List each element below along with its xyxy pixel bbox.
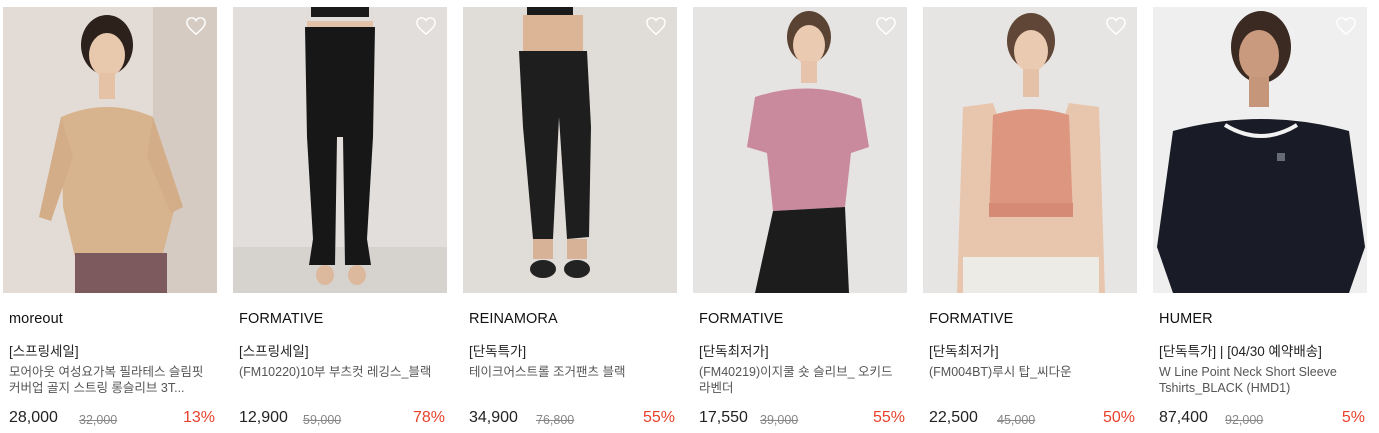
product-card[interactable]: REINAMORA [단독특가] 테이크어스트롤 조거팬츠 블랙 34,900 … — [463, 7, 679, 433]
product-card[interactable]: HUMER [단독특가] | [04/30 예약배송] W Line Point… — [1153, 7, 1369, 433]
product-photo — [3, 7, 217, 293]
original-price: 32,000 — [79, 413, 118, 427]
discount-rate: 78% — [412, 409, 445, 426]
product-image[interactable] — [463, 7, 677, 293]
discount-rate: 50% — [1102, 409, 1135, 426]
sale-price: 17,550 — [699, 409, 748, 426]
heart-icon[interactable] — [1105, 16, 1127, 36]
promo-tag: [단독최저가] — [929, 344, 999, 359]
product-name[interactable]: (FM10220)10부 부츠컷 레깅스_블랙 — [239, 364, 447, 380]
heart-icon[interactable] — [645, 16, 667, 36]
promo-tag: [단독특가] — [469, 344, 527, 359]
brand-name[interactable]: FORMATIVE — [929, 311, 1013, 327]
sale-price: 22,500 — [929, 409, 978, 426]
product-card[interactable]: FORMATIVE [스프링세일] (FM10220)10부 부츠컷 레깅스_블… — [233, 7, 449, 433]
original-price: 45,000 — [997, 413, 1036, 427]
heart-icon[interactable] — [1335, 16, 1357, 36]
original-price: 92,000 — [1225, 413, 1264, 427]
brand-name[interactable]: FORMATIVE — [239, 311, 323, 327]
heart-icon[interactable] — [875, 16, 897, 36]
product-card[interactable]: FORMATIVE [단독최저가] (FM004BT)루시 탑_씨다운 22,5… — [923, 7, 1139, 433]
product-photo — [463, 7, 677, 293]
price-row: 34,900 76,800 55% — [469, 409, 675, 431]
product-photo — [923, 7, 1137, 293]
product-name[interactable]: (FM004BT)루시 탑_씨다운 — [929, 364, 1137, 380]
product-grid: moreout [스프링세일] 모어아웃 여성요가복 필라테스 슬림핏 커버업 … — [0, 0, 1379, 433]
product-photo — [1153, 7, 1367, 293]
product-image[interactable] — [923, 7, 1137, 293]
price-row: 22,500 45,000 50% — [929, 409, 1135, 431]
product-image[interactable] — [693, 7, 907, 293]
price-row: 12,900 59,000 78% — [239, 409, 445, 431]
price-row: 28,000 32,000 13% — [9, 409, 215, 431]
product-image[interactable] — [3, 7, 217, 293]
sale-price: 34,900 — [469, 409, 518, 426]
discount-rate: 55% — [872, 409, 905, 426]
promo-tag: [스프링세일] — [9, 344, 79, 359]
sale-price: 12,900 — [239, 409, 288, 426]
price-row: 17,550 39,000 55% — [699, 409, 905, 431]
brand-name[interactable]: FORMATIVE — [699, 311, 783, 327]
discount-rate: 5% — [1341, 409, 1365, 426]
sale-price: 28,000 — [9, 409, 58, 426]
product-photo — [233, 7, 447, 293]
promo-tag: [스프링세일] — [239, 344, 309, 359]
product-name[interactable]: (FM40219)이지쿨 숏 슬리브_ 오키드 라벤더 — [699, 364, 907, 396]
brand-name[interactable]: HUMER — [1159, 311, 1213, 327]
product-name[interactable]: 모어아웃 여성요가복 필라테스 슬림핏 커버업 골지 스트링 롱슬리브 3T..… — [9, 364, 217, 396]
product-photo — [693, 7, 907, 293]
price-row: 87,400 92,000 5% — [1159, 409, 1365, 431]
product-name[interactable]: 테이크어스트롤 조거팬츠 블랙 — [469, 364, 677, 380]
discount-rate: 55% — [642, 409, 675, 426]
product-image[interactable] — [233, 7, 447, 293]
original-price: 59,000 — [303, 413, 342, 427]
promo-tag: [단독특가] | [04/30 예약배송] — [1159, 344, 1322, 359]
original-price: 76,800 — [536, 413, 575, 427]
heart-icon[interactable] — [415, 16, 437, 36]
discount-rate: 13% — [182, 409, 215, 426]
product-image[interactable] — [1153, 7, 1367, 293]
sale-price: 87,400 — [1159, 409, 1208, 426]
brand-name[interactable]: REINAMORA — [469, 311, 558, 327]
original-price: 39,000 — [760, 413, 799, 427]
promo-tag: [단독최저가] — [699, 344, 769, 359]
product-card[interactable]: FORMATIVE [단독최저가] (FM40219)이지쿨 숏 슬리브_ 오키… — [693, 7, 909, 433]
heart-icon[interactable] — [185, 16, 207, 36]
brand-name[interactable]: moreout — [9, 311, 63, 327]
product-card[interactable]: moreout [스프링세일] 모어아웃 여성요가복 필라테스 슬림핏 커버업 … — [3, 7, 219, 433]
product-name[interactable]: W Line Point Neck Short Sleeve Tshirts_B… — [1159, 364, 1367, 396]
